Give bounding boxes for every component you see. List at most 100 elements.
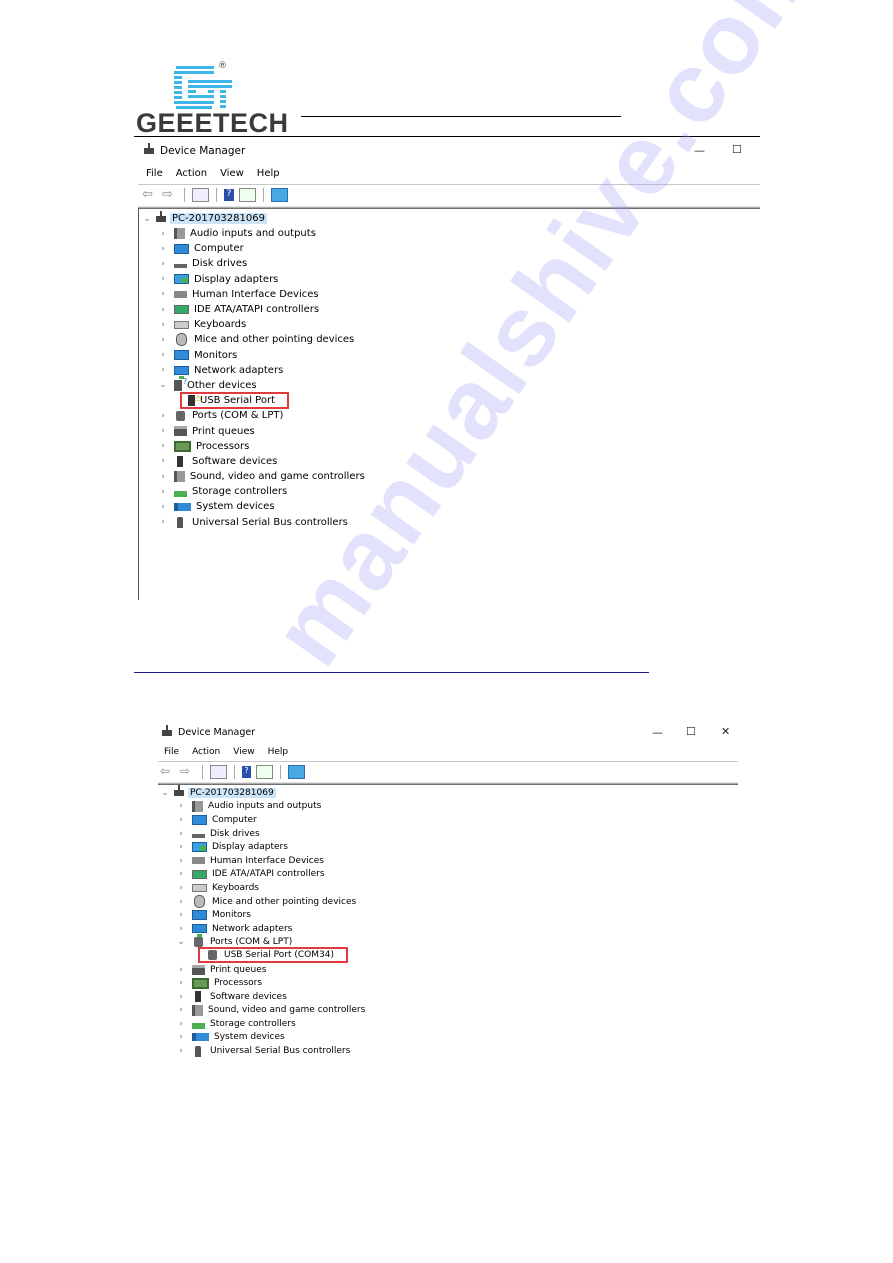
chevron-right-icon[interactable]: › bbox=[158, 472, 168, 482]
chevron-right-icon[interactable]: › bbox=[158, 335, 168, 345]
chevron-down-icon[interactable]: ⌄ bbox=[158, 380, 168, 390]
tree-item[interactable]: › Disk drives bbox=[142, 256, 365, 271]
tree-item[interactable]: › Audio inputs and outputs bbox=[160, 800, 365, 814]
chevron-right-icon[interactable]: › bbox=[158, 289, 168, 299]
tree-item[interactable]: › Human Interface Devices bbox=[160, 854, 365, 868]
chevron-down-icon[interactable]: ⌄ bbox=[160, 788, 170, 798]
chevron-down-icon[interactable]: ⌄ bbox=[142, 214, 152, 224]
tree-item[interactable]: › Keyboards bbox=[142, 317, 365, 332]
chevron-right-icon[interactable]: › bbox=[158, 259, 168, 269]
chevron-right-icon[interactable]: › bbox=[158, 456, 168, 466]
chevron-right-icon[interactable]: › bbox=[158, 305, 168, 315]
chevron-right-icon[interactable]: › bbox=[176, 978, 186, 988]
forward-icon[interactable]: ⇨ bbox=[180, 765, 195, 778]
chevron-right-icon[interactable]: › bbox=[176, 815, 186, 825]
chevron-right-icon[interactable]: › bbox=[158, 229, 168, 239]
tree-item[interactable]: › Software devices bbox=[160, 990, 365, 1004]
chevron-right-icon[interactable]: › bbox=[176, 829, 186, 839]
chevron-right-icon[interactable]: › bbox=[176, 801, 186, 811]
tree-item[interactable]: › Ports (COM & LPT) bbox=[142, 408, 365, 423]
back-icon[interactable]: ⇦ bbox=[160, 765, 175, 778]
menu-help[interactable]: Help bbox=[268, 747, 289, 757]
chevron-right-icon[interactable]: › bbox=[158, 441, 168, 451]
menu-action[interactable]: Action bbox=[176, 168, 207, 179]
back-icon[interactable]: ⇦ bbox=[142, 188, 157, 201]
update-driver-icon[interactable] bbox=[239, 188, 256, 202]
chevron-right-icon[interactable]: › bbox=[176, 842, 186, 852]
menu-action[interactable]: Action bbox=[192, 747, 220, 757]
close-button[interactable]: ✕ bbox=[721, 725, 730, 738]
chevron-down-icon[interactable]: ⌄ bbox=[176, 937, 186, 947]
chevron-right-icon[interactable]: › bbox=[158, 320, 168, 330]
chevron-right-icon[interactable]: › bbox=[158, 426, 168, 436]
tree-item[interactable]: › IDE ATA/ATAPI controllers bbox=[142, 302, 365, 317]
menu-help[interactable]: Help bbox=[257, 168, 280, 179]
tree-item[interactable]: › Print queues bbox=[142, 423, 365, 438]
minimize-button[interactable]: — bbox=[694, 144, 705, 157]
chevron-right-icon[interactable]: › bbox=[158, 487, 168, 497]
tree-item[interactable]: › Network adapters bbox=[142, 363, 365, 379]
maximize-button[interactable]: ☐ bbox=[732, 143, 742, 156]
chevron-right-icon[interactable]: › bbox=[158, 365, 168, 375]
tree-item[interactable]: › Sound, video and game controllers bbox=[160, 1004, 365, 1018]
minimize-button[interactable]: — bbox=[652, 726, 663, 739]
chevron-right-icon[interactable]: › bbox=[176, 910, 186, 920]
chevron-right-icon[interactable]: › bbox=[176, 856, 186, 866]
chevron-right-icon[interactable]: › bbox=[158, 244, 168, 254]
tree-item[interactable]: › Computer bbox=[160, 813, 365, 827]
chevron-right-icon[interactable]: › bbox=[176, 1046, 186, 1056]
chevron-right-icon[interactable]: › bbox=[158, 502, 168, 512]
tree-item[interactable]: › Monitors bbox=[160, 908, 365, 922]
chevron-right-icon[interactable]: › bbox=[176, 1019, 186, 1029]
tree-item[interactable]: › Mice and other pointing devices bbox=[142, 332, 365, 347]
update-driver-icon[interactable] bbox=[256, 765, 273, 779]
chevron-right-icon[interactable]: › bbox=[158, 274, 168, 284]
properties-icon[interactable] bbox=[192, 188, 209, 202]
scan-hardware-icon[interactable] bbox=[288, 765, 305, 779]
tree-item[interactable]: › Universal Serial Bus controllers bbox=[142, 515, 365, 530]
tree-item[interactable]: › Display adapters bbox=[160, 840, 365, 854]
tree-item[interactable]: › Mice and other pointing devices bbox=[160, 895, 365, 909]
chevron-right-icon[interactable]: › bbox=[176, 883, 186, 893]
tree-item[interactable]: › Human Interface Devices bbox=[142, 287, 365, 302]
tree-item[interactable]: › Display adapters bbox=[142, 272, 365, 287]
menu-view[interactable]: View bbox=[233, 747, 254, 757]
scan-hardware-icon[interactable] bbox=[271, 188, 288, 202]
tree-item[interactable]: › Storage controllers bbox=[160, 1017, 365, 1031]
tree-item[interactable]: › Software devices bbox=[142, 454, 365, 469]
chevron-right-icon[interactable]: › bbox=[176, 1005, 186, 1015]
chevron-right-icon[interactable]: › bbox=[176, 869, 186, 879]
menu-file[interactable]: File bbox=[146, 168, 163, 179]
menu-file[interactable]: File bbox=[164, 747, 179, 757]
tree-item[interactable]: › Audio inputs and outputs bbox=[142, 226, 365, 241]
tree-item[interactable]: › Monitors bbox=[142, 348, 365, 363]
help-icon[interactable]: ? bbox=[224, 189, 234, 201]
chevron-right-icon[interactable]: › bbox=[158, 411, 168, 421]
chevron-right-icon[interactable]: › bbox=[176, 965, 186, 975]
tree-item[interactable]: › Processors bbox=[160, 976, 365, 990]
tree-item[interactable]: › Print queues bbox=[160, 963, 365, 977]
tree-root[interactable]: ⌄ PC-201703281069 bbox=[160, 784, 365, 800]
chevron-right-icon[interactable]: › bbox=[176, 992, 186, 1002]
tree-item[interactable]: › IDE ATA/ATAPI controllers bbox=[160, 868, 365, 882]
help-icon[interactable]: ? bbox=[242, 766, 251, 778]
properties-icon[interactable] bbox=[210, 765, 227, 779]
chevron-right-icon[interactable]: › bbox=[158, 517, 168, 527]
menu-view[interactable]: View bbox=[220, 168, 244, 179]
chevron-right-icon[interactable]: › bbox=[176, 897, 186, 907]
tree-item[interactable]: › Processors bbox=[142, 439, 365, 454]
tree-item[interactable]: › Disk drives bbox=[160, 827, 365, 841]
tree-item[interactable]: › Sound, video and game controllers bbox=[142, 469, 365, 484]
tree-child-item[interactable]: USB Serial Port bbox=[142, 391, 365, 409]
tree-item[interactable]: › Network adapters bbox=[160, 922, 365, 938]
chevron-right-icon[interactable]: › bbox=[158, 350, 168, 360]
chevron-right-icon[interactable]: › bbox=[176, 924, 186, 934]
tree-item[interactable]: › Universal Serial Bus controllers bbox=[160, 1044, 365, 1058]
chevron-right-icon[interactable]: › bbox=[176, 1032, 186, 1042]
tree-root[interactable]: ⌄ PC-201703281069 bbox=[142, 210, 365, 226]
tree-item[interactable]: › Keyboards bbox=[160, 881, 365, 895]
forward-icon[interactable]: ⇨ bbox=[162, 188, 177, 201]
tree-item[interactable]: › System devices bbox=[142, 499, 365, 514]
tree-item[interactable]: › System devices bbox=[160, 1031, 365, 1045]
tree-child-item[interactable]: USB Serial Port (COM34) bbox=[160, 947, 365, 964]
